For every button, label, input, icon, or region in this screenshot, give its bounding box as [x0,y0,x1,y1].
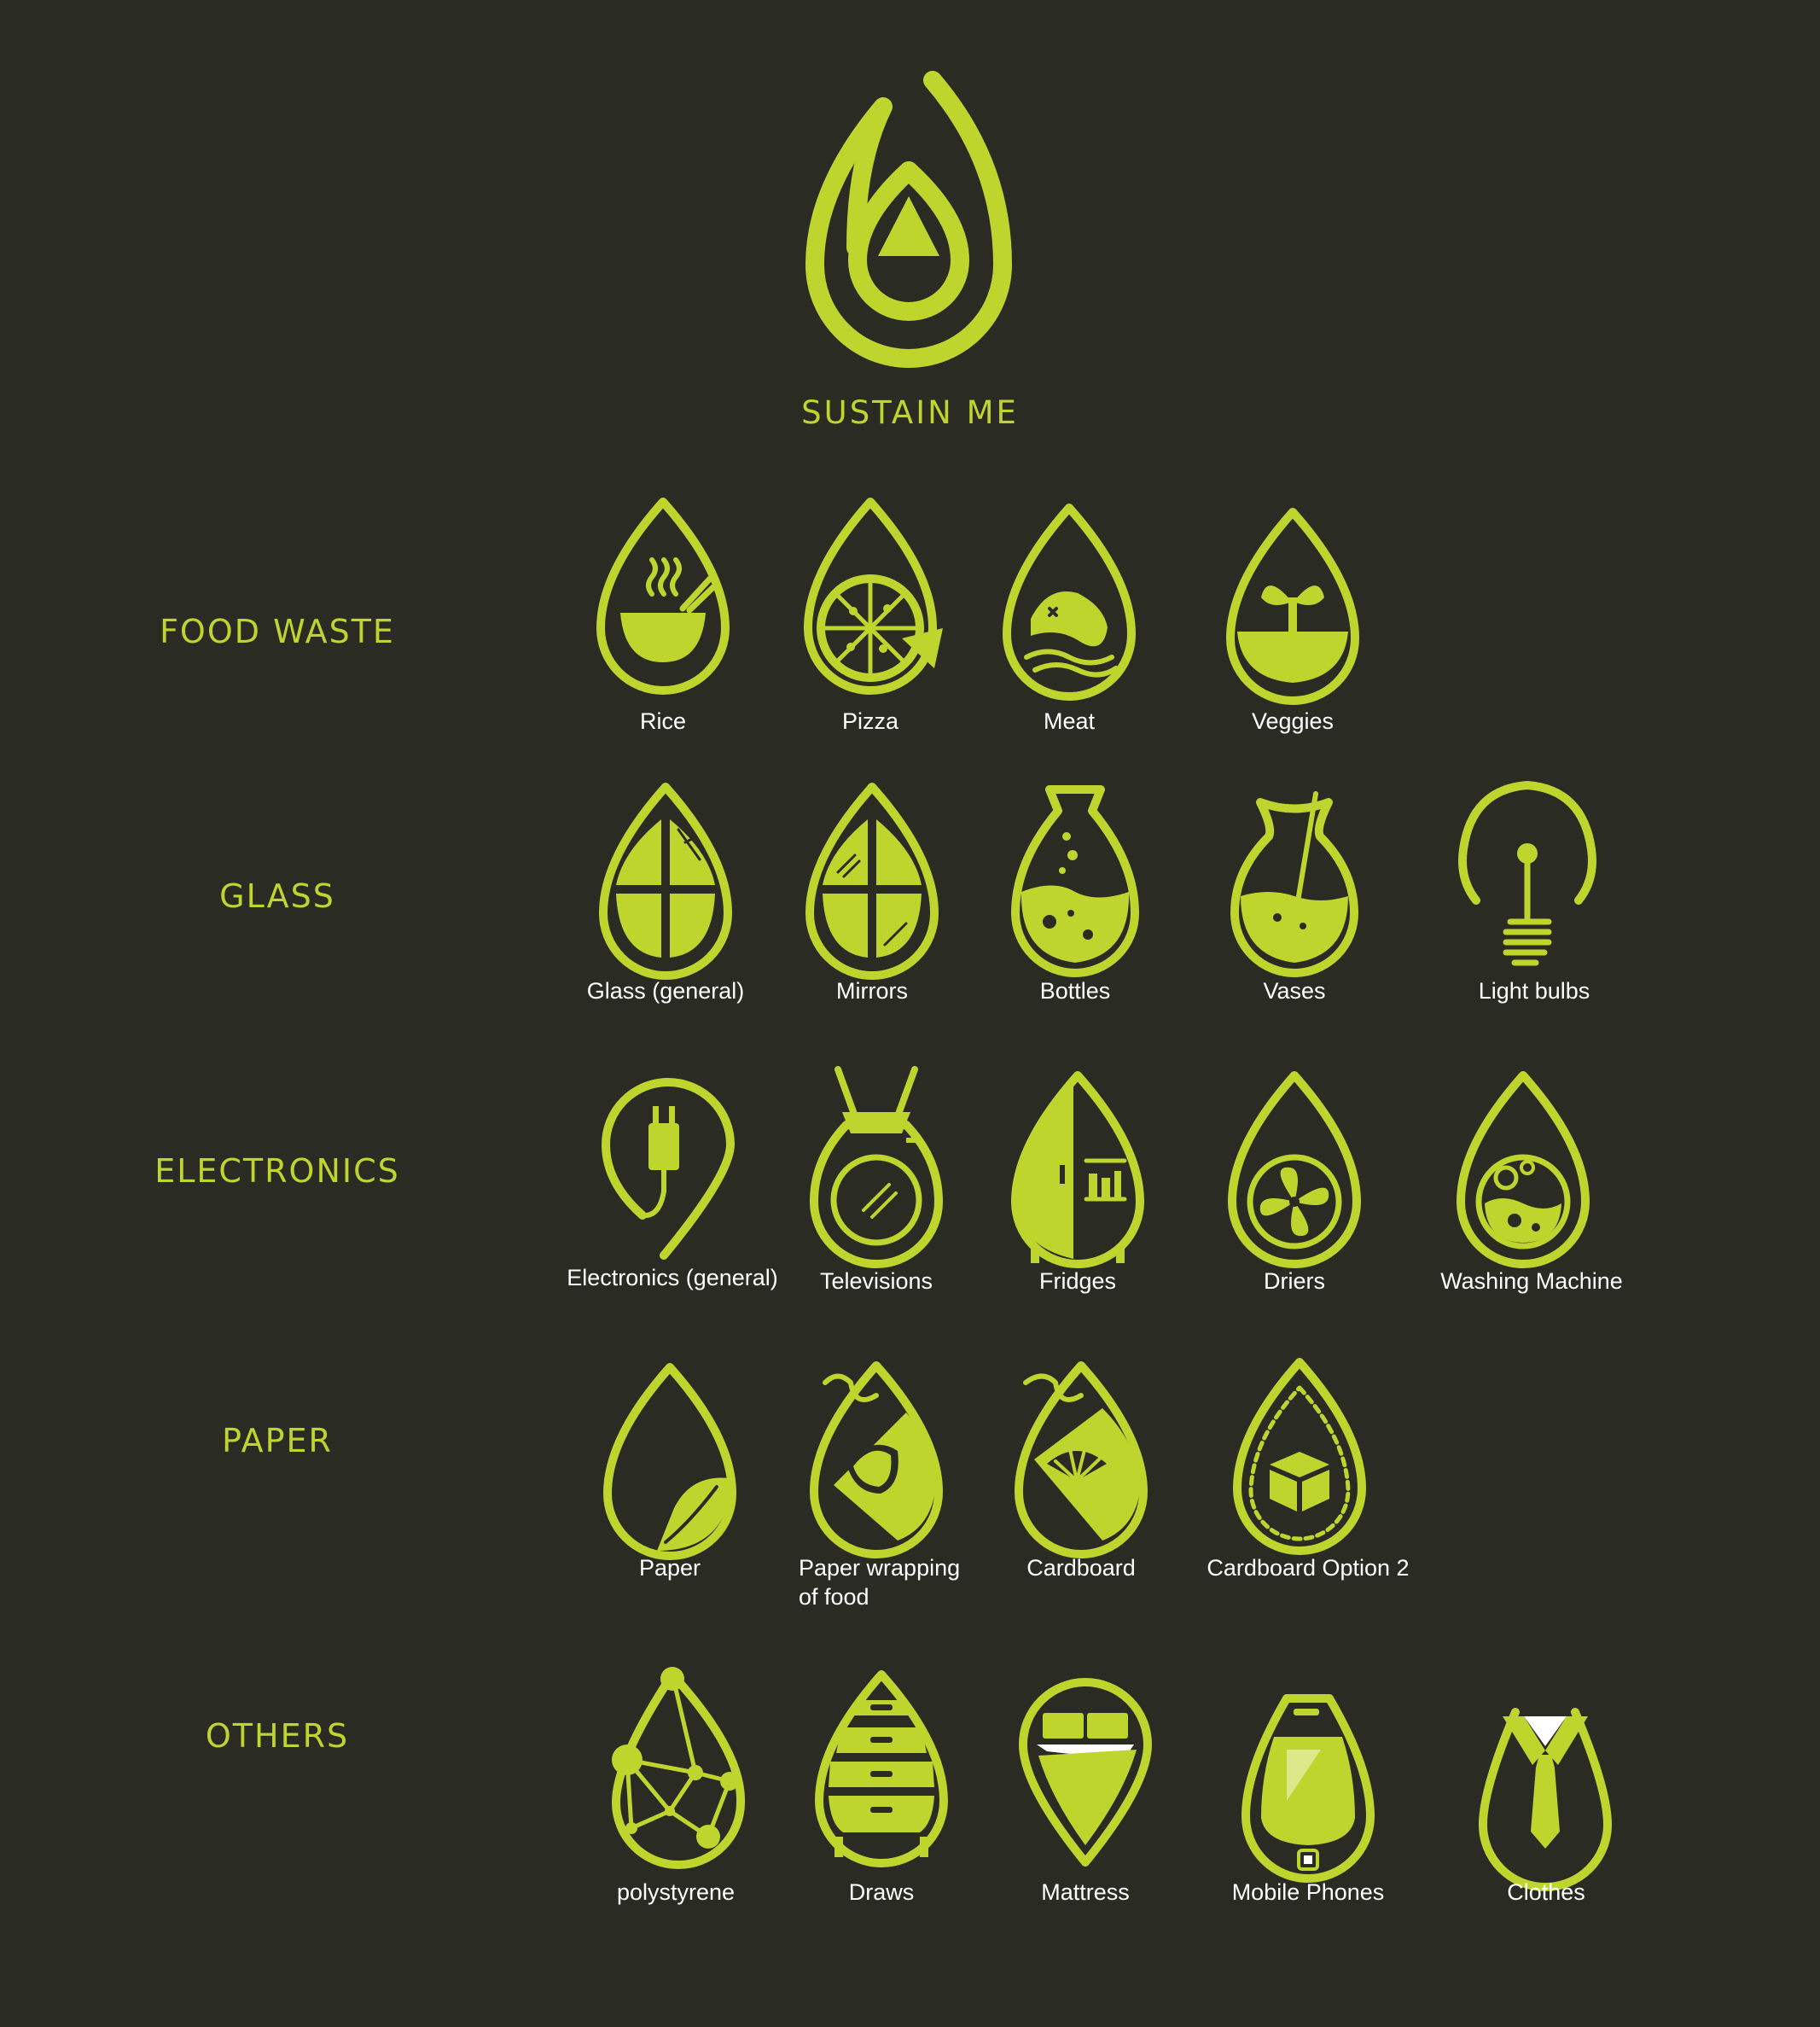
mattress-icon [1013,1675,1158,1879]
item-label: Bottles [1039,978,1111,1004]
box-icon [1227,1354,1372,1558]
washing-machine-icon [1451,1067,1596,1272]
item-label: Driers [1264,1268,1325,1294]
mobile-phone-icon [1236,1690,1381,1895]
item-label: Clothes [1507,1879,1585,1905]
fridge-icon [1005,1067,1150,1272]
mirror-icon [800,778,945,983]
food-wrap-icon [804,1357,949,1562]
fish-icon [997,499,1142,704]
window-icon [593,778,738,983]
item-label: Mobile Phones [1231,1879,1385,1905]
plug-icon [596,1072,741,1277]
vase-icon [1222,777,1367,981]
category-electronics: ELECTRONICS [154,1152,400,1190]
pizza-icon [798,493,943,698]
category-food-waste: FOOD WASTE [160,613,395,650]
sprout-icon [1220,504,1365,708]
item-label: Cardboard Option 2 [1207,1555,1410,1581]
item-label: Washing Machine [1440,1268,1623,1294]
item-label: Paper [638,1555,701,1581]
item-label: Vases [1263,978,1326,1004]
category-paper: PAPER [222,1422,333,1459]
brand-title: SUSTAIN ME [801,394,1019,431]
item-label: Veggies [1251,708,1334,734]
sustain-me-logo-icon [805,71,1012,368]
item-label: Light bulbs [1478,978,1590,1004]
rice-bowl-icon [590,493,736,698]
fan-icon [1222,1067,1367,1272]
bottle-icon [1003,777,1148,981]
television-icon [804,1065,949,1270]
item-label: Cardboard [1026,1555,1136,1581]
light-bulb-icon [1455,777,1600,981]
category-glass: GLASS [219,877,335,915]
category-others: OTHERS [205,1717,350,1755]
paper-curl-icon [597,1359,742,1564]
molecule-icon [606,1666,751,1871]
drawers-icon [809,1666,954,1871]
item-label-line2: of food [799,1584,869,1610]
item-label: Meat [1043,708,1096,734]
cardboard-icon [1009,1357,1154,1562]
item-label: Mattress [1041,1879,1130,1905]
